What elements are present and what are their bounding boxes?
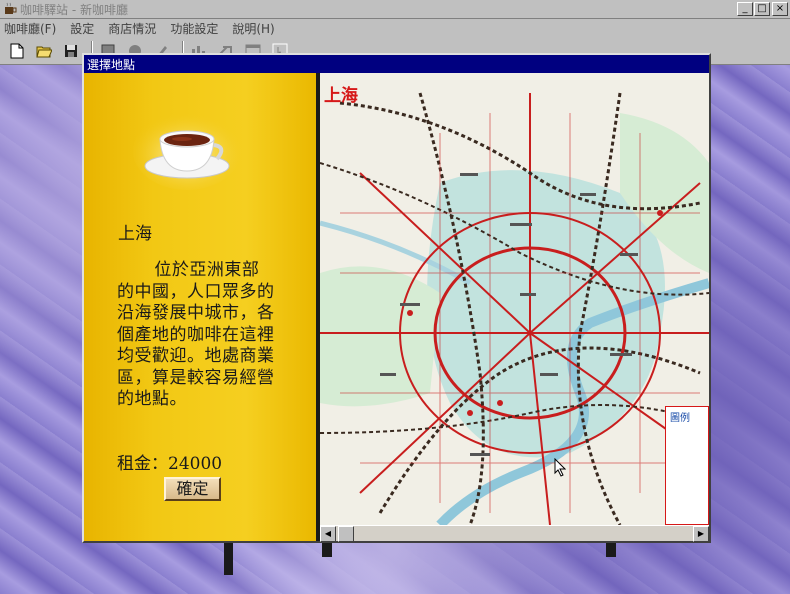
rent-label: 租金： (117, 454, 168, 474)
map-city-label: 上海 (324, 86, 358, 106)
open-folder-icon[interactable] (33, 40, 55, 62)
map-horizontal-scrollbar[interactable]: ◀ ▶ (320, 525, 709, 542)
location-info-panel: 上海 位於亞洲東部的中國，人口眾多的沿海發展中城市，各個產地的咖啡在這裡均受歡迎… (84, 73, 316, 541)
close-button[interactable]: × (772, 2, 788, 16)
scenery-post (606, 543, 616, 557)
map-area: 上海 圖例 ◀ ▶ (320, 73, 709, 542)
location-description: 位於亞洲東部的中國，人口眾多的沿海發展中城市，各個產地的咖啡在這裡均受歡迎。地處… (117, 260, 275, 409)
menu-bar: 咖啡廳(F) 設定 商店情況 功能設定 說明(H) (0, 19, 790, 38)
window-title-bar: 咖啡驛站 - 新咖啡廳 _ □ × (0, 0, 790, 19)
coffee-app-icon (2, 1, 18, 17)
shanghai-map[interactable]: 上海 圖例 (320, 73, 709, 525)
select-location-dialog: 選擇地點 上海 位於亞洲東部的中國，人口眾多的沿海發展中城市，各個產地的咖啡在這… (82, 53, 711, 543)
dialog-title-bar: 選擇地點 (84, 55, 709, 73)
minimize-button[interactable]: _ (737, 2, 753, 16)
map-legend: 圖例 (665, 406, 709, 525)
scroll-left-arrow-icon[interactable]: ◀ (320, 526, 336, 542)
menu-cafe[interactable]: 咖啡廳(F) (4, 20, 56, 37)
scroll-thumb[interactable] (338, 526, 354, 542)
new-file-icon[interactable] (6, 40, 28, 62)
legend-title: 圖例 (670, 413, 690, 424)
menu-store-status[interactable]: 商店情況 (108, 20, 156, 37)
scroll-right-arrow-icon[interactable]: ▶ (693, 526, 709, 542)
menu-function-settings[interactable]: 功能設定 (170, 20, 218, 37)
save-icon[interactable] (60, 40, 82, 62)
rent-value: 24000 (168, 454, 223, 474)
menu-help[interactable]: 說明(H) (232, 20, 274, 37)
city-name: 上海 (118, 224, 152, 244)
mouse-cursor-icon (554, 457, 567, 481)
window-title: 咖啡驛站 - 新咖啡廳 (20, 2, 128, 17)
scenery-post (224, 543, 233, 575)
scenery-post (322, 543, 332, 557)
maximize-button[interactable]: □ (754, 2, 770, 16)
rent-info: 租金：24000 (117, 449, 222, 474)
menu-settings[interactable]: 設定 (70, 20, 94, 37)
dialog-title: 選擇地點 (87, 57, 136, 72)
coffee-cup-icon (132, 111, 242, 194)
confirm-button[interactable]: 確定 (164, 477, 221, 501)
